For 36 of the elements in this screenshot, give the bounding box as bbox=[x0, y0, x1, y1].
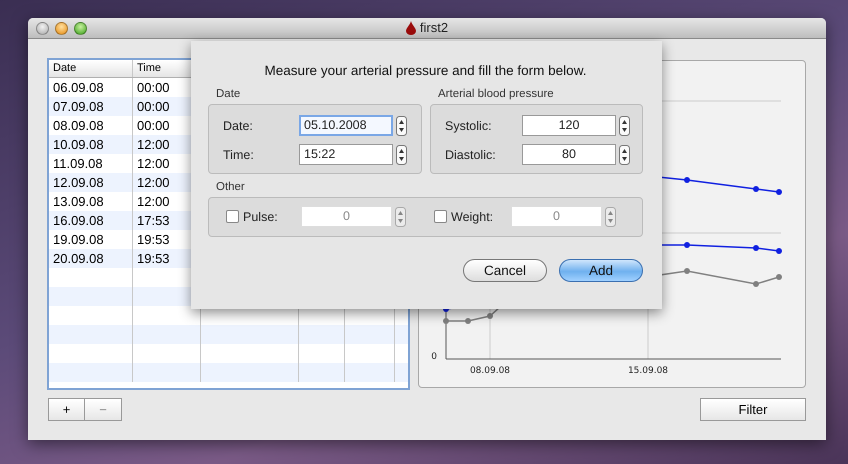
add-row-button[interactable]: + bbox=[48, 398, 85, 421]
table-cell: 07.09.08 bbox=[49, 97, 133, 116]
field-label: Systolic: bbox=[445, 118, 493, 132]
field-label: Date: bbox=[223, 118, 254, 132]
column-header[interactable]: Date bbox=[49, 60, 133, 77]
axis-label: 0 bbox=[431, 352, 437, 362]
dialog-button[interactable]: Add bbox=[559, 259, 643, 282]
input-field[interactable]: 05.10.2008 bbox=[299, 115, 393, 136]
input-field[interactable]: 80 bbox=[522, 144, 616, 165]
stepper-icon[interactable] bbox=[396, 144, 407, 164]
table-cell: 12.09.08 bbox=[49, 173, 133, 192]
minimize-icon[interactable] bbox=[55, 22, 68, 34]
axis-label: 15.09.08 bbox=[628, 366, 668, 376]
input-field[interactable]: 120 bbox=[522, 115, 616, 136]
close-icon[interactable] bbox=[36, 22, 49, 34]
dialog-button[interactable]: Cancel bbox=[463, 259, 547, 282]
stepper-icon[interactable] bbox=[619, 116, 630, 136]
filter-button[interactable]: Filter bbox=[700, 398, 806, 421]
group-title: Other bbox=[216, 180, 246, 194]
field-label: Weight: bbox=[451, 210, 494, 224]
field-label: Diastolic: bbox=[445, 148, 497, 162]
table-cell: 10.09.08 bbox=[49, 135, 133, 154]
input-field[interactable]: 15:22 bbox=[299, 144, 393, 165]
group-title: Arterial blood pressure bbox=[438, 87, 555, 101]
dialog-message: Measure your arterial pressure and fill the form below. bbox=[264, 63, 588, 78]
field-label: Pulse: bbox=[243, 210, 279, 224]
zoom-icon[interactable] bbox=[74, 22, 87, 34]
stepper-icon[interactable] bbox=[619, 144, 630, 164]
group-title: Date bbox=[216, 87, 242, 101]
table-cell: 20.09.08 bbox=[49, 249, 133, 268]
table-cell: 16.09.08 bbox=[49, 211, 133, 230]
window-title: first2 bbox=[420, 20, 448, 35]
axis-label: 08.09.08 bbox=[470, 366, 510, 376]
stepper-icon[interactable] bbox=[396, 116, 407, 136]
field-label: Time: bbox=[223, 148, 255, 162]
drop-icon bbox=[406, 20, 416, 34]
